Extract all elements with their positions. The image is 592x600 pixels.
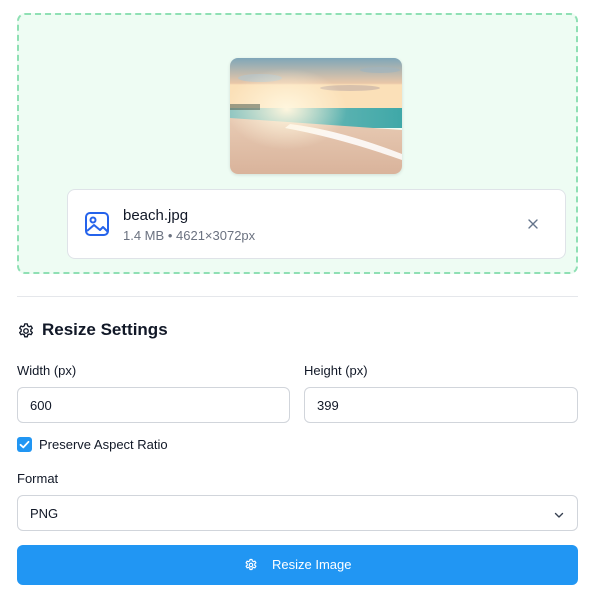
upload-dropzone[interactable]: beach.jpg 1.4 MB • 4621×3072px	[17, 13, 578, 274]
chevron-down-icon	[553, 508, 565, 520]
resize-button-label: Resize Image	[272, 557, 352, 572]
format-value: PNG	[30, 506, 59, 521]
file-dimensions: 4621×3072px	[176, 228, 256, 243]
image-preview	[230, 58, 402, 174]
height-label: Height (px)	[304, 363, 368, 378]
format-label: Format	[17, 471, 59, 486]
width-input[interactable]	[17, 387, 290, 423]
resize-image-button[interactable]: Resize Image	[17, 545, 578, 585]
width-label: Width (px)	[17, 363, 77, 378]
aspect-ratio-checkbox[interactable]	[17, 437, 32, 452]
height-input[interactable]	[304, 387, 578, 423]
file-card: beach.jpg 1.4 MB • 4621×3072px	[67, 189, 566, 259]
close-icon[interactable]	[525, 216, 541, 232]
file-size: 1.4 MB	[123, 228, 165, 243]
gear-icon	[17, 322, 35, 340]
gear-icon	[244, 558, 258, 572]
aspect-ratio-label[interactable]: Preserve Aspect Ratio	[39, 437, 168, 452]
format-select[interactable]: PNG	[17, 495, 578, 531]
file-meta: 1.4 MB • 4621×3072px	[123, 228, 255, 243]
file-name: beach.jpg	[123, 207, 189, 224]
section-divider	[17, 296, 578, 297]
image-icon	[84, 211, 110, 237]
meta-separator: •	[167, 228, 173, 243]
check-icon	[19, 440, 30, 449]
section-title: Resize Settings	[42, 320, 168, 339]
